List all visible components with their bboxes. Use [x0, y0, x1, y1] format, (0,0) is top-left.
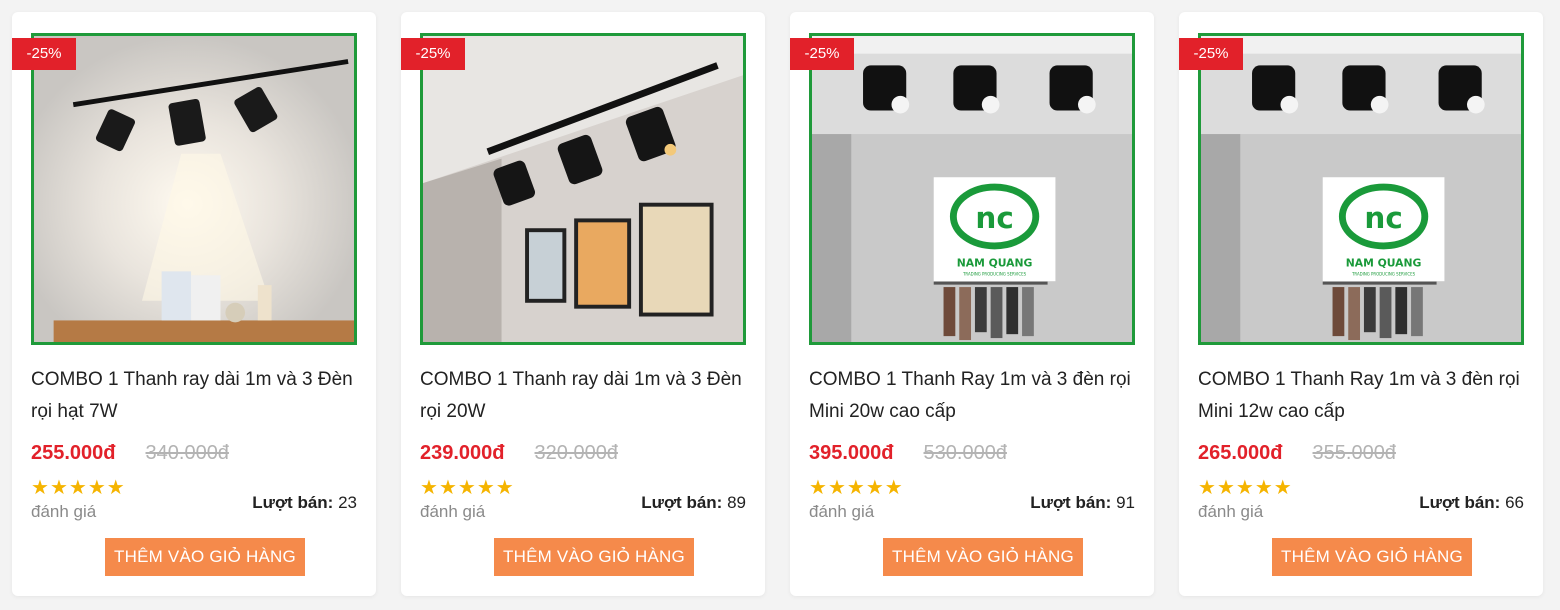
sold-count: Lượt bán: 23	[252, 493, 357, 513]
product-image[interactable]: nc NAM QUANG TRADING PRODUCING SERVICES	[1198, 33, 1524, 345]
original-price: 340.000đ	[145, 442, 229, 464]
logo-subtext: TRADING PRODUCING SERVICES	[962, 271, 1027, 276]
product-card[interactable]: -25% COMBO 1 Thanh ray dài 1m và 3 Đèn r…	[12, 12, 376, 596]
sold-label: Lượt bán:	[1419, 493, 1501, 512]
star-icon: ★	[1235, 477, 1255, 499]
star-icon: ★	[1198, 477, 1217, 499]
star-icon: ★	[846, 477, 866, 499]
sold-count: Lượt bán: 89	[641, 493, 746, 513]
star-icon: ★	[884, 477, 904, 499]
sale-price: 265.000đ	[1198, 442, 1283, 464]
product-title[interactable]: COMBO 1 Thanh Ray 1m và 3 đèn rọi Mini 2…	[809, 364, 1139, 428]
product-title[interactable]: COMBO 1 Thanh Ray 1m và 3 đèn rọi Mini 1…	[1198, 364, 1528, 428]
price-row: 395.000đ 530.000đ	[809, 442, 1007, 465]
star-icon: ★	[495, 477, 515, 499]
discount-badge: -25%	[12, 38, 76, 70]
discount-badge: -25%	[790, 38, 854, 70]
product-image[interactable]: nc NAM QUANG TRADING PRODUCING SERVICES	[809, 33, 1135, 345]
star-icon: ★	[809, 477, 828, 499]
star-icon: ★	[31, 477, 50, 499]
star-icon: ★	[1273, 477, 1293, 499]
sale-price: 255.000đ	[31, 442, 116, 464]
logo-mark: nc	[975, 201, 1013, 235]
rating-label: đánh giá	[420, 502, 486, 521]
sold-value: 89	[727, 493, 746, 512]
star-rating: ★★★★★	[31, 478, 126, 498]
product-card[interactable]: -25% nc NAM QUANG TRADING PRODUCING SERV…	[790, 12, 1154, 596]
original-price: 355.000đ	[1312, 442, 1396, 464]
star-icon: ★	[827, 477, 847, 499]
add-to-cart-button[interactable]: THÊM VÀO GIỎ HÀNG	[105, 538, 305, 576]
rating-label: đánh giá	[809, 502, 875, 521]
logo-text: NAM QUANG	[957, 256, 1033, 269]
rating-label: đánh giá	[31, 502, 97, 521]
sale-price: 239.000đ	[420, 442, 505, 464]
discount-badge: -25%	[401, 38, 465, 70]
price-row: 265.000đ 355.000đ	[1198, 442, 1396, 465]
star-icon: ★	[106, 477, 126, 499]
star-icon: ★	[49, 477, 69, 499]
sold-count: Lượt bán: 91	[1030, 493, 1135, 513]
product-title[interactable]: COMBO 1 Thanh ray dài 1m và 3 Đèn rọi hạ…	[31, 364, 361, 428]
original-price: 530.000đ	[923, 442, 1007, 464]
sale-price: 395.000đ	[809, 442, 894, 464]
original-price: 320.000đ	[534, 442, 618, 464]
star-icon: ★	[457, 477, 477, 499]
sold-value: 66	[1505, 493, 1524, 512]
sold-count: Lượt bán: 66	[1419, 493, 1524, 513]
logo-text: NAM QUANG	[1346, 256, 1422, 269]
star-rating: ★★★★★	[1198, 478, 1293, 498]
add-to-cart-button[interactable]: THÊM VÀO GIỎ HÀNG	[494, 538, 694, 576]
sold-label: Lượt bán:	[252, 493, 334, 512]
star-icon: ★	[68, 477, 88, 499]
star-icon: ★	[1254, 477, 1274, 499]
add-to-cart-button[interactable]: THÊM VÀO GIỎ HÀNG	[1272, 538, 1472, 576]
product-image[interactable]	[31, 33, 357, 345]
rating-label: đánh giá	[1198, 502, 1264, 521]
sold-value: 91	[1116, 493, 1135, 512]
product-title[interactable]: COMBO 1 Thanh ray dài 1m và 3 Đèn rọi 20…	[420, 364, 750, 428]
star-icon: ★	[1216, 477, 1236, 499]
product-card[interactable]: -25% COMBO 1 Thanh ray dài 1m và 3 Đèn r…	[401, 12, 765, 596]
star-icon: ★	[476, 477, 496, 499]
price-row: 255.000đ 340.000đ	[31, 442, 229, 465]
sold-label: Lượt bán:	[1030, 493, 1112, 512]
logo-mark: nc	[1364, 201, 1402, 235]
star-rating: ★★★★★	[420, 478, 515, 498]
star-icon: ★	[438, 477, 458, 499]
star-icon: ★	[865, 477, 885, 499]
star-icon: ★	[420, 477, 439, 499]
star-icon: ★	[87, 477, 107, 499]
logo-subtext: TRADING PRODUCING SERVICES	[1351, 271, 1416, 276]
product-grid: -25% COMBO 1 Thanh ray dài 1m và 3 Đèn r…	[0, 0, 1560, 610]
discount-badge: -25%	[1179, 38, 1243, 70]
sold-label: Lượt bán:	[641, 493, 723, 512]
product-image[interactable]	[420, 33, 746, 345]
product-card[interactable]: -25% nc NAM QUANG TRADING PRODUCING SERV…	[1179, 12, 1543, 596]
price-row: 239.000đ 320.000đ	[420, 442, 618, 465]
add-to-cart-button[interactable]: THÊM VÀO GIỎ HÀNG	[883, 538, 1083, 576]
sold-value: 23	[338, 493, 357, 512]
star-rating: ★★★★★	[809, 478, 904, 498]
